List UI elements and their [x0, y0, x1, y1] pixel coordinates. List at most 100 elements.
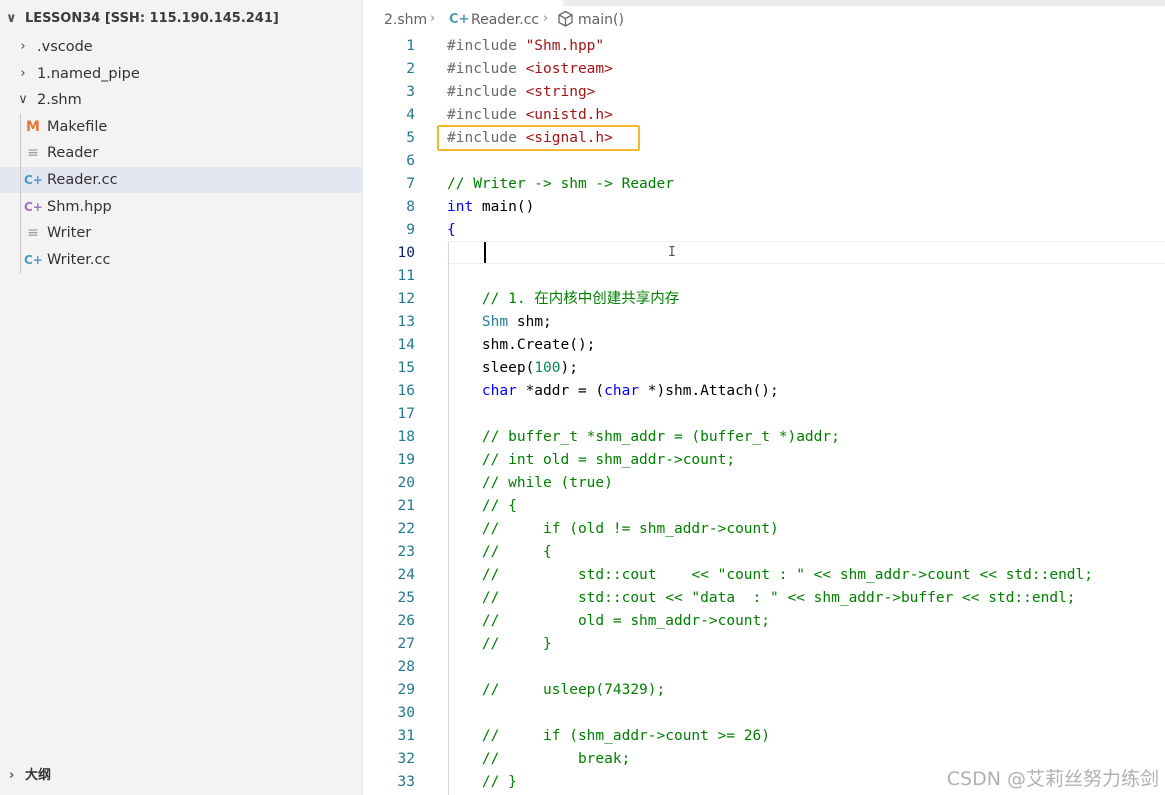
line-number: 33	[397, 774, 415, 790]
code-line[interactable]: // old = shm_addr->count;	[447, 610, 770, 633]
chevron-down-icon: ∨	[18, 92, 28, 107]
tree-item-label: Writer	[47, 225, 92, 241]
tree-item-reader-cc[interactable]: C+ Reader.cc	[0, 167, 363, 193]
explorer-root-folder[interactable]: ∨ LESSON34 [SSH: 115.190.145.241]	[0, 8, 363, 30]
cpp-file-icon: C+	[449, 12, 470, 27]
code-token: #include	[447, 84, 526, 100]
line-number: 22	[397, 521, 415, 537]
tree-item-1-named-pipe[interactable]: › 1.named_pipe	[0, 61, 363, 87]
code-token: // usleep(74329);	[447, 682, 666, 698]
code-line[interactable]: #include <unistd.h>	[447, 104, 613, 127]
code-line[interactable]: #include <string>	[447, 81, 595, 104]
tree-item-makefile[interactable]: M Makefile	[0, 114, 363, 140]
line-number: 12	[397, 291, 415, 307]
code-line[interactable]: // break;	[447, 748, 630, 771]
code-line[interactable]: #include "Shm.hpp"	[447, 35, 604, 58]
code-line[interactable]: // if (old != shm_addr->count)	[447, 518, 779, 541]
breadcrumb-file[interactable]: Reader.cc	[471, 11, 539, 29]
line-number: 27	[397, 636, 415, 652]
tab-bar-strip	[563, 0, 1165, 6]
code-token: // {	[447, 544, 552, 560]
line-number: 2	[406, 61, 415, 77]
line-number: 8	[406, 199, 415, 215]
plain-file-icon: ≡	[27, 145, 39, 161]
code-line[interactable]: // int old = shm_addr->count;	[447, 449, 735, 472]
code-token: #include	[447, 107, 526, 123]
tree-item-label: .vscode	[37, 39, 93, 55]
tree-item-vscode[interactable]: › .vscode	[0, 34, 363, 60]
chevron-right-icon: ›	[20, 66, 26, 81]
cube-symbol-icon	[557, 10, 574, 33]
code-line[interactable]: sleep(100);	[447, 357, 578, 380]
vscode-window: ∨ LESSON34 [SSH: 115.190.145.241] › .vsco…	[0, 0, 1165, 795]
chevron-right-icon: ›	[9, 768, 15, 783]
line-number: 13	[397, 314, 415, 330]
chevron-down-icon: ∨	[6, 11, 17, 26]
line-number: 21	[397, 498, 415, 514]
code-token: // }	[447, 636, 552, 652]
breadcrumb-symbol[interactable]: main()	[578, 11, 624, 29]
code-token: // }	[447, 774, 517, 790]
watermark: CSDN @艾莉丝努力练剑	[946, 768, 1159, 790]
explorer-sidebar: ∨ LESSON34 [SSH: 115.190.145.241] › .vsco…	[0, 0, 363, 795]
code-line[interactable]: // }	[447, 771, 517, 794]
hpp-file-icon: C+	[24, 200, 43, 214]
tree-item-shm-hpp[interactable]: C+ Shm.hpp	[0, 194, 363, 220]
code-line[interactable]: // 1. 在内核中创建共享内存	[447, 288, 679, 311]
code-line[interactable]: // {	[447, 495, 517, 518]
code-line[interactable]: shm.Create();	[447, 334, 596, 357]
breadcrumb-folder[interactable]: 2.shm	[384, 11, 427, 29]
plain-file-icon: ≡	[27, 225, 39, 241]
code-token: *addr = (	[516, 383, 605, 399]
code-line[interactable]: // buffer_t *shm_addr = (buffer_t *)addr…	[447, 426, 840, 449]
line-number: 10	[397, 245, 415, 261]
code-line[interactable]: // while (true)	[447, 472, 613, 495]
code-line[interactable]: int main()	[447, 196, 534, 219]
code-token: // 1. 在内核中创建共享内存	[447, 291, 680, 307]
tree-item-writer[interactable]: ≡ Writer	[0, 220, 363, 246]
code-line[interactable]: // if (shm_addr->count >= 26)	[447, 725, 770, 748]
line-number: 18	[397, 429, 415, 445]
code-token: );	[560, 360, 578, 376]
code-token: char	[604, 383, 640, 399]
code-line[interactable]: // }	[447, 633, 552, 656]
code-line[interactable]: // Writer -> shm -> Reader	[447, 173, 674, 196]
annotation-highlight-box	[437, 125, 640, 151]
line-number: 24	[397, 567, 415, 583]
outline-section-header[interactable]: › 大纲	[0, 763, 363, 789]
code-editor[interactable]: 1 2 3 4 5 6 7 8 9 10 11 12 13 14 15 16 17 18 19 20 21 22 23 24 2…	[363, 35, 1165, 795]
mouse-ibeam-icon: I	[668, 245, 676, 260]
code-token: <iostream>	[525, 61, 613, 77]
tree-item-label: 2.shm	[37, 92, 82, 108]
line-number: 20	[397, 475, 415, 491]
code-line[interactable]: #include <iostream>	[447, 58, 613, 81]
code-line[interactable]: // {	[447, 541, 552, 564]
code-token: "Shm.hpp"	[525, 38, 605, 54]
code-token: *)shm.Attach();	[639, 383, 779, 399]
line-number: 3	[406, 84, 415, 100]
code-line[interactable]: {	[447, 219, 456, 242]
line-number: 31	[397, 728, 415, 744]
code-token: // Writer -> shm -> Reader	[447, 176, 674, 192]
tree-item-reader[interactable]: ≡ Reader	[0, 140, 363, 166]
code-token: #include	[447, 38, 526, 54]
code-line[interactable]: // std::cout << "data : " << shm_addr->b…	[447, 587, 1076, 610]
code-line[interactable]: // usleep(74329);	[447, 679, 665, 702]
tree-item-writer-cc[interactable]: C+ Writer.cc	[0, 247, 363, 273]
code-line[interactable]: Shm shm;	[447, 311, 552, 334]
tree-indent-guide	[20, 114, 21, 274]
code-token: // std::cout << "count : " << shm_addr->…	[447, 567, 1094, 583]
code-line[interactable]: // std::cout << "count : " << shm_addr->…	[447, 564, 1093, 587]
tree-item-label: Makefile	[47, 119, 108, 135]
code-token: // {	[447, 498, 517, 514]
code-token: #include	[447, 61, 526, 77]
line-number: 15	[397, 360, 415, 376]
tree-item-label: Writer.cc	[47, 252, 111, 268]
makefile-icon: M	[26, 119, 40, 135]
code-token: int	[447, 199, 474, 215]
current-line-highlight	[447, 241, 1165, 264]
tree-item-2-shm[interactable]: ∨ 2.shm	[0, 87, 363, 113]
code-token: sleep(	[447, 360, 535, 376]
code-line[interactable]: char *addr = (char *)shm.Attach();	[447, 380, 779, 403]
